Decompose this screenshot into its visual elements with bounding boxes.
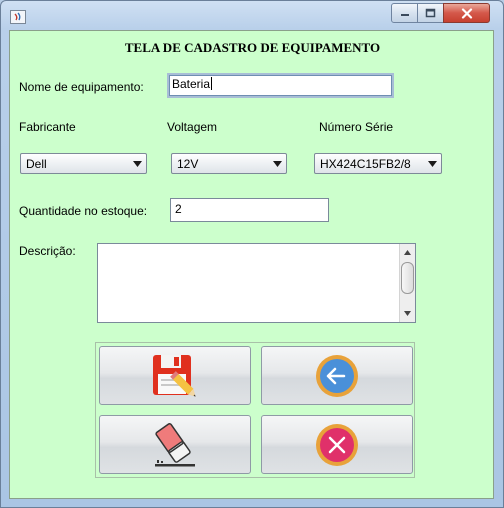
action-buttons-panel bbox=[95, 342, 415, 478]
title-bar[interactable] bbox=[1, 1, 503, 29]
java-app-icon[interactable] bbox=[10, 10, 26, 24]
fabricante-label: Fabricante bbox=[19, 120, 76, 134]
cancel-button[interactable] bbox=[261, 415, 413, 474]
form-heading: TELA DE CADASTRO DE EQUIPAMENTO bbox=[124, 40, 381, 55]
quantidade-label: Quantidade no estoque: bbox=[19, 204, 148, 218]
numero-serie-select[interactable]: HX424C15FB2/8 bbox=[314, 153, 442, 174]
scroll-thumb[interactable] bbox=[401, 262, 414, 294]
cancel-x-icon bbox=[316, 423, 358, 466]
eraser-icon bbox=[155, 422, 195, 466]
app-window: TELA DE CADASTRO DE EQUIPAMENTO Nome de … bbox=[0, 0, 504, 508]
text-caret bbox=[211, 77, 213, 90]
nome-value: Bateria bbox=[172, 77, 211, 91]
descricao-textarea[interactable] bbox=[97, 243, 416, 323]
chevron-down-icon bbox=[131, 156, 144, 171]
back-button[interactable] bbox=[261, 346, 413, 405]
minimize-icon bbox=[400, 14, 409, 16]
nome-label: Nome de equipamento: bbox=[19, 80, 144, 94]
nome-input[interactable]: Bateria bbox=[167, 73, 394, 98]
scroll-down-icon[interactable] bbox=[400, 306, 415, 321]
quantidade-input[interactable]: 2 bbox=[170, 198, 329, 222]
close-button[interactable] bbox=[443, 3, 490, 23]
voltagem-selected: 12V bbox=[177, 157, 199, 171]
save-button[interactable] bbox=[99, 346, 251, 405]
maximize-icon bbox=[425, 8, 436, 18]
back-arrow-icon bbox=[316, 354, 358, 397]
form-panel: TELA DE CADASTRO DE EQUIPAMENTO Nome de … bbox=[9, 30, 494, 499]
scroll-up-icon[interactable] bbox=[400, 245, 415, 260]
quantidade-value: 2 bbox=[175, 202, 182, 216]
voltagem-select[interactable]: 12V bbox=[171, 153, 287, 174]
numero-serie-selected: HX424C15FB2/8 bbox=[320, 157, 411, 171]
clear-button[interactable] bbox=[99, 415, 251, 474]
chevron-down-icon bbox=[426, 156, 439, 171]
minimize-button[interactable] bbox=[391, 3, 418, 23]
descricao-label: Descrição: bbox=[19, 244, 76, 258]
numero-serie-label: Número Série bbox=[319, 120, 394, 134]
chevron-down-icon bbox=[271, 156, 284, 171]
fabricante-select[interactable]: Dell bbox=[20, 153, 147, 174]
maximize-button[interactable] bbox=[417, 3, 444, 23]
close-icon bbox=[461, 7, 472, 19]
fabricante-selected: Dell bbox=[26, 157, 47, 171]
floppy-disk-pencil-icon bbox=[153, 354, 196, 397]
voltagem-label: Voltagem bbox=[167, 120, 218, 134]
descricao-scrollbar[interactable] bbox=[399, 244, 415, 322]
